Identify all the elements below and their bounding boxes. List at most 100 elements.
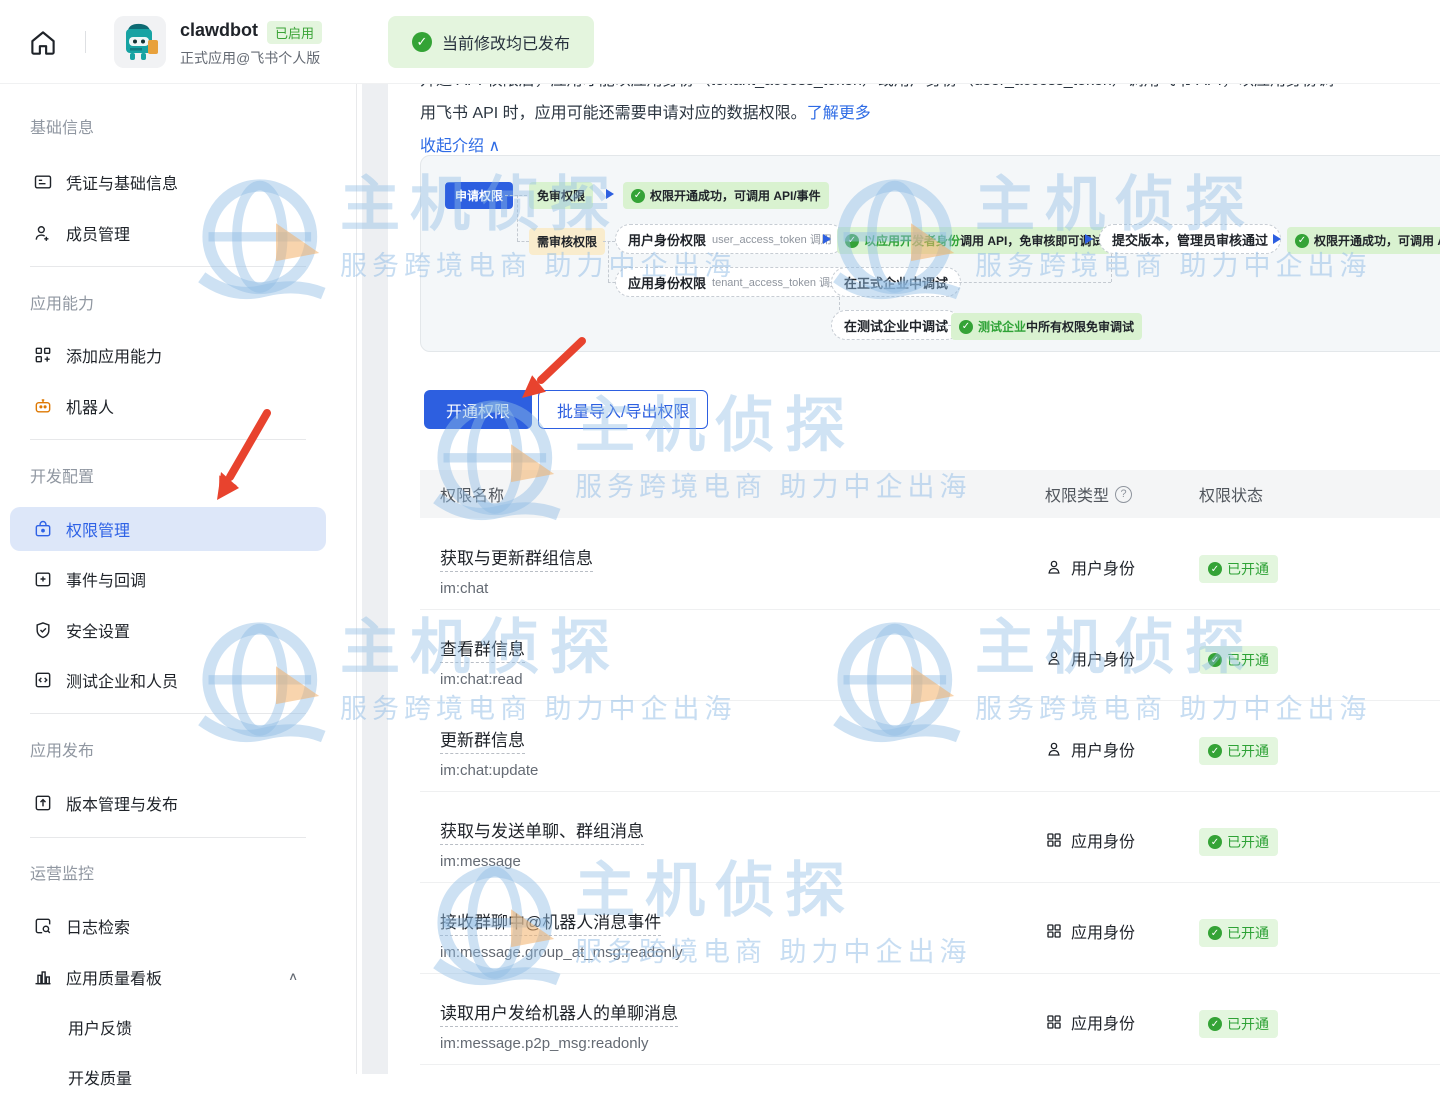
status-badge: 已启用 bbox=[267, 21, 322, 44]
status-badge: ✓ 已开通 bbox=[1199, 646, 1278, 674]
user-icon bbox=[1045, 649, 1063, 667]
sidebar-item-label: 机器人 bbox=[66, 394, 114, 418]
permission-name-link[interactable]: 接收群聊中@机器人消息事件 bbox=[440, 908, 661, 936]
card-icon bbox=[33, 172, 53, 192]
help-icon[interactable]: ? bbox=[1115, 486, 1132, 503]
sidebar-item-label: 测试企业和人员 bbox=[66, 668, 178, 692]
sidebar-item-user-feedback[interactable]: 用户反馈 bbox=[0, 1005, 357, 1049]
sidebar-divider bbox=[30, 266, 306, 267]
sidebar-item-label: 成员管理 bbox=[66, 221, 130, 245]
flow-no-review-badge: 免审权限 bbox=[529, 182, 593, 209]
app-name: clawdbot bbox=[180, 20, 258, 41]
flow-success-badge-2: ✓ 权限开通成功，可调用 API/事 bbox=[1287, 227, 1440, 254]
table-row: 获取与发送单聊、群组消息 im:message 应用身份 ✓ 已开通 bbox=[420, 792, 1440, 883]
permission-type-cell: 应用身份 bbox=[1045, 1010, 1135, 1034]
user-icon bbox=[1045, 558, 1063, 576]
status-badge: ✓ 已开通 bbox=[1199, 828, 1278, 856]
permission-type-cell: 用户身份 bbox=[1045, 555, 1135, 579]
check-circle-icon: ✓ bbox=[1208, 926, 1222, 940]
sidebar-item-add-capability[interactable]: 添加应用能力 bbox=[0, 333, 357, 377]
flow-user-token-box: 用户身份权限user_access_token 调用 bbox=[615, 224, 845, 254]
table-row: 获取与更新群组信息 im:chat 用户身份 ✓ 已开通 bbox=[420, 519, 1440, 610]
sidebar-item-credentials[interactable]: 凭证与基础信息 bbox=[0, 160, 357, 204]
batch-import-export-button[interactable]: 批量导入/导出权限 bbox=[538, 390, 708, 429]
header-divider bbox=[85, 31, 86, 53]
sidebar-item-label: 版本管理与发布 bbox=[66, 791, 178, 815]
col-permission-name: 权限名称 bbox=[440, 482, 504, 506]
table-row: 接收群聊中@机器人消息事件 im:message.group_at_msg:re… bbox=[420, 883, 1440, 974]
permission-code: im:chat bbox=[440, 580, 1440, 597]
permission-name-link[interactable]: 获取与发送单聊、群组消息 bbox=[440, 817, 644, 845]
lock-icon bbox=[33, 519, 53, 539]
flow-tenant-token-box: 应用身份权限tenant_access_token 调用 bbox=[615, 267, 854, 297]
home-icon[interactable] bbox=[28, 28, 58, 58]
collapse-intro-link[interactable]: 收起介绍 ∧ bbox=[420, 132, 500, 156]
sidebar-item-events[interactable]: 事件与回调 bbox=[0, 557, 357, 601]
permission-code: im:message.group_at_msg:readonly bbox=[440, 944, 1440, 961]
check-circle-icon: ✓ bbox=[1208, 835, 1222, 849]
sidebar-item-test-company[interactable]: 测试企业和人员 bbox=[0, 658, 357, 702]
sidebar-item-members[interactable]: 成员管理 bbox=[0, 211, 357, 255]
table-row: 更新群信息 im:chat:update 用户身份 ✓ 已开通 bbox=[420, 701, 1440, 792]
flow-arrow-icon bbox=[1273, 234, 1281, 244]
sidebar-item-dev-quality[interactable]: 开发质量 bbox=[0, 1055, 357, 1099]
sidebar-divider bbox=[30, 713, 306, 714]
sidebar-item-label: 开发质量 bbox=[68, 1065, 132, 1089]
check-circle-icon: ✓ bbox=[959, 320, 973, 334]
check-circle-icon: ✓ bbox=[1295, 234, 1309, 248]
publish-banner-text: 当前修改均已发布 bbox=[442, 30, 570, 54]
grid-plus-icon bbox=[33, 345, 53, 365]
check-circle-icon: ✓ bbox=[631, 189, 645, 203]
flow-dev-debug-badge: ✓ 以应用开发者身份调用 API，免审核即可调试 bbox=[837, 227, 1111, 254]
flow-connector bbox=[517, 241, 529, 242]
section-app-release: 应用发布 bbox=[30, 737, 94, 761]
sidebar-item-log-search[interactable]: 日志检索 bbox=[0, 904, 357, 948]
permission-name-link[interactable]: 获取与更新群组信息 bbox=[440, 544, 593, 572]
sidebar: 基础信息 凭证与基础信息 成员管理 应用能力 添加应用能力 机器人 开发配置 权… bbox=[0, 84, 357, 1074]
check-circle-icon: ✓ bbox=[412, 32, 432, 52]
intro-text: 用飞书 API 时，应用可能还需要申请对应的数据权限。了解更多 bbox=[420, 99, 871, 123]
check-circle-icon: ✓ bbox=[1208, 653, 1222, 667]
app-grid-icon bbox=[1045, 831, 1063, 849]
shield-check-icon bbox=[33, 620, 53, 640]
chevron-up-icon[interactable]: ∧ bbox=[288, 970, 298, 984]
table-row: 查看群信息 im:chat:read 用户身份 ✓ 已开通 bbox=[420, 610, 1440, 701]
learn-more-link[interactable]: 了解更多 bbox=[807, 105, 871, 122]
app-grid-icon bbox=[1045, 922, 1063, 940]
permission-type-cell: 应用身份 bbox=[1045, 828, 1135, 852]
sidebar-item-label: 添加应用能力 bbox=[66, 343, 162, 367]
sidebar-item-bot[interactable]: 机器人 bbox=[0, 384, 357, 428]
col-permission-type: 权限类型 ? bbox=[1045, 482, 1132, 506]
sidebar-item-version-release[interactable]: 版本管理与发布 bbox=[0, 781, 357, 825]
sidebar-item-security[interactable]: 安全设置 bbox=[0, 608, 357, 652]
sidebar-item-label: 事件与回调 bbox=[66, 567, 146, 591]
table-row: 读取用户发给机器人的单聊消息 im:message.p2p_msg:readon… bbox=[420, 974, 1440, 1065]
table-body: 获取与更新群组信息 im:chat 用户身份 ✓ 已开通 查看群信息 im:ch… bbox=[420, 519, 1440, 1065]
flow-connector bbox=[608, 282, 615, 283]
flow-connector bbox=[839, 297, 840, 310]
permission-name-link[interactable]: 更新群信息 bbox=[440, 726, 525, 754]
intro-text-body: 用飞书 API 时，应用可能还需要申请对应的数据权限。 bbox=[420, 105, 807, 122]
flow-connector bbox=[939, 325, 951, 326]
open-permission-button[interactable]: 开通权限 bbox=[424, 390, 532, 429]
permission-name-link[interactable]: 查看群信息 bbox=[440, 635, 525, 663]
status-badge: ✓ 已开通 bbox=[1199, 555, 1278, 583]
app-grid-icon bbox=[1045, 1013, 1063, 1031]
sidebar-divider bbox=[30, 837, 306, 838]
permission-name-link[interactable]: 读取用户发给机器人的单聊消息 bbox=[440, 999, 678, 1027]
permission-code: im:chat:update bbox=[440, 762, 1440, 779]
sidebar-item-label: 日志检索 bbox=[66, 914, 130, 938]
section-basic-info: 基础信息 bbox=[30, 114, 94, 138]
permission-flow-diagram: 申请权限 免审权限 ✓ 权限开通成功，可调用 API/事件 需审核权限 用户身份… bbox=[420, 155, 1440, 352]
check-circle-icon: ✓ bbox=[845, 234, 859, 248]
sidebar-item-quality-board[interactable]: 应用质量看板 bbox=[0, 955, 357, 999]
flow-success-badge-1: ✓ 权限开通成功，可调用 API/事件 bbox=[623, 182, 829, 209]
section-dev-config: 开发配置 bbox=[30, 463, 94, 487]
flow-apply-badge: 申请权限 bbox=[445, 182, 513, 209]
scrollbar-track[interactable] bbox=[362, 84, 388, 1074]
check-circle-icon: ✓ bbox=[1208, 744, 1222, 758]
flow-connector bbox=[517, 195, 518, 241]
section-ops-monitor: 运营监控 bbox=[30, 860, 94, 884]
status-badge: ✓ 已开通 bbox=[1199, 737, 1278, 765]
sidebar-item-permissions[interactable]: 权限管理 bbox=[10, 507, 326, 551]
